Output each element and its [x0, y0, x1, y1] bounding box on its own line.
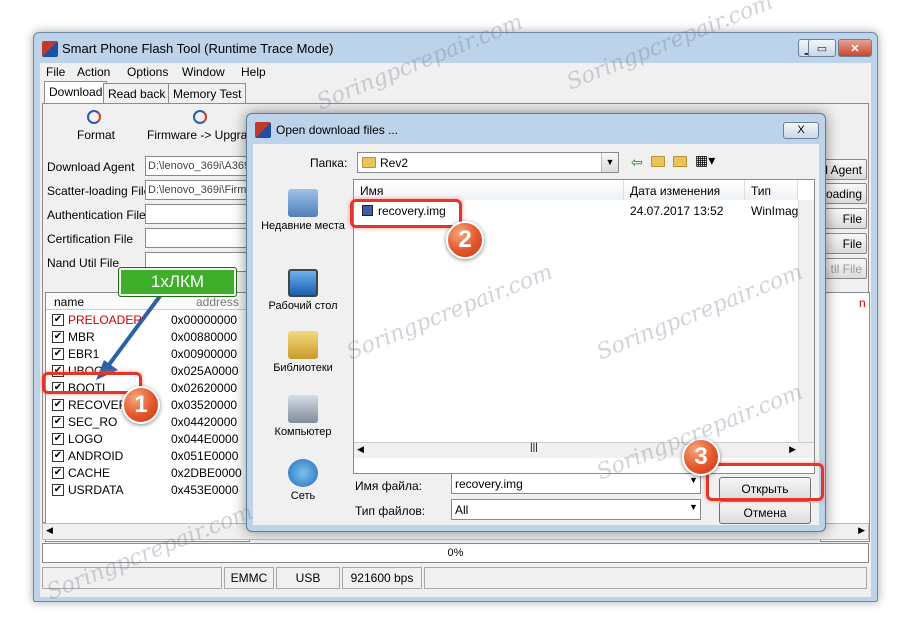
step-badge-2: 2 [446, 221, 484, 259]
step-badge-1: 1 [122, 386, 160, 424]
click-callout: 1хЛКМ [119, 268, 236, 296]
file-highlight [350, 199, 462, 228]
open-button-highlight [706, 463, 824, 501]
